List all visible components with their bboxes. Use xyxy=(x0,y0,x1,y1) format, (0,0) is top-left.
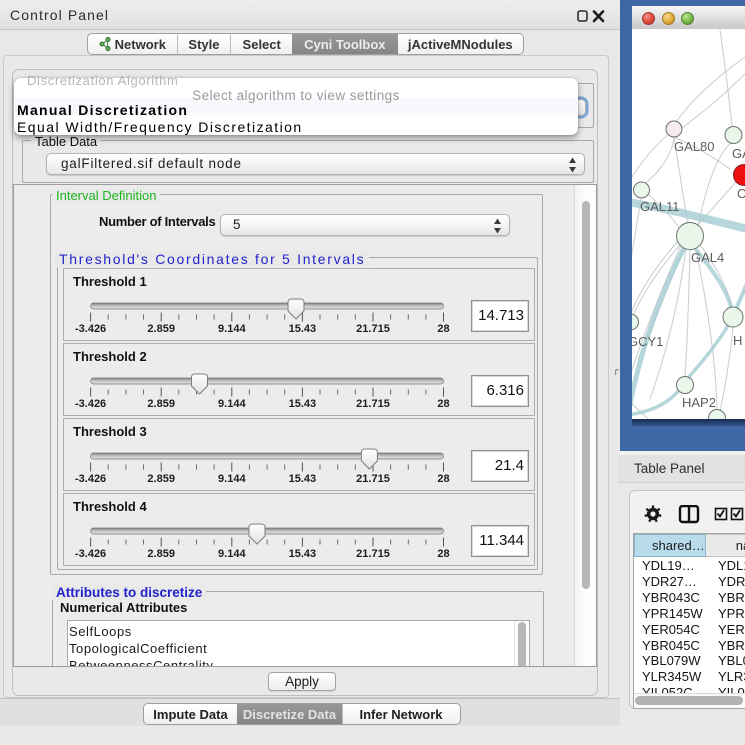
svg-text:GAL11: GAL11 xyxy=(640,199,680,214)
svg-text:C: C xyxy=(737,186,745,201)
svg-text:GA: GA xyxy=(732,146,745,161)
svg-text:GAL80: GAL80 xyxy=(674,139,714,154)
svg-text:GAL4: GAL4 xyxy=(691,250,724,265)
svg-text:GCY1: GCY1 xyxy=(632,334,663,349)
svg-text:H: H xyxy=(733,333,742,348)
svg-text:HAP2: HAP2 xyxy=(682,395,716,410)
